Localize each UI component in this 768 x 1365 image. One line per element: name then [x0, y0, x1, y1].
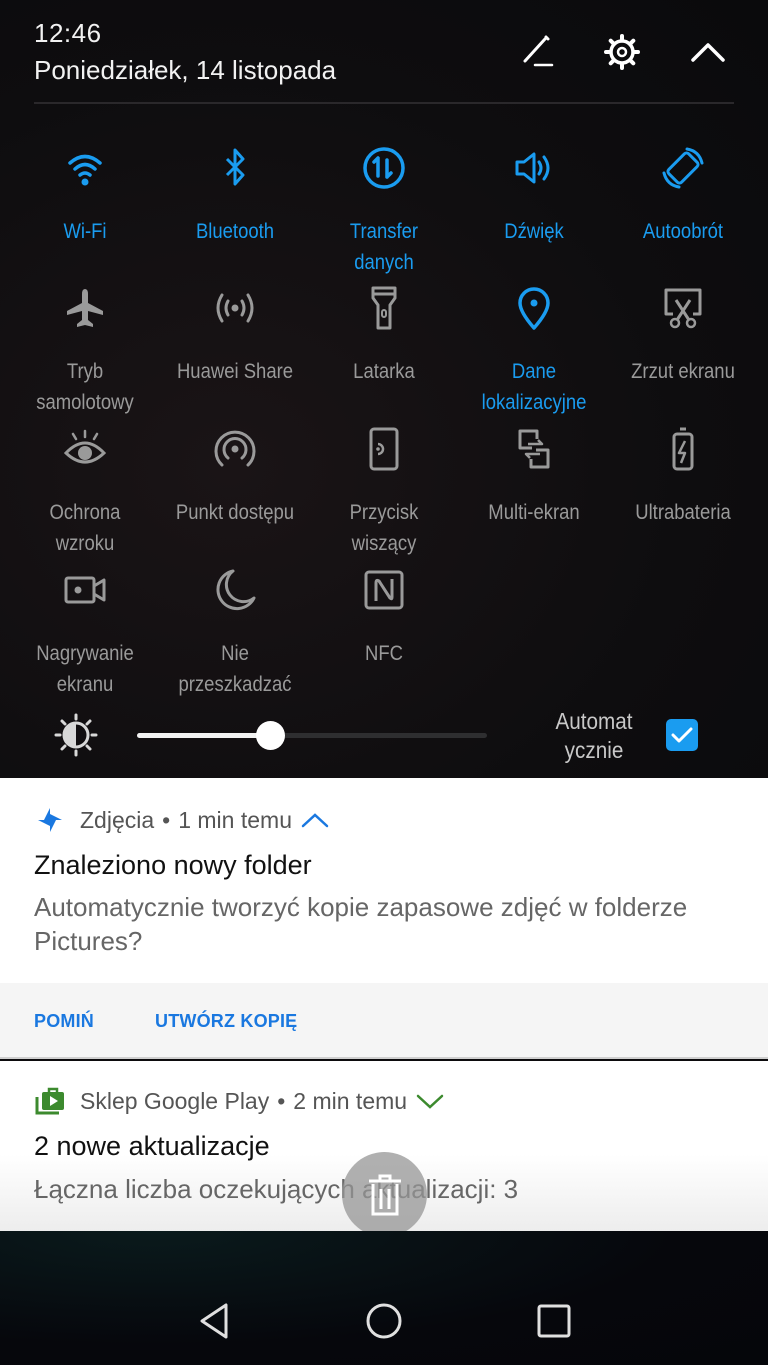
navigation-bar	[0, 1231, 768, 1365]
checkmark-icon	[671, 727, 693, 743]
edit-button[interactable]	[512, 28, 560, 76]
collapse-button[interactable]	[684, 28, 732, 76]
tile-flashlight[interactable]: Latarka	[309, 286, 459, 387]
chevron-up-icon	[691, 43, 725, 62]
wifi-icon	[68, 154, 102, 186]
tile-label: NFC	[364, 642, 403, 665]
chevron-up-icon[interactable]	[300, 809, 330, 831]
google-photos-icon	[38, 808, 62, 832]
auto-brightness-label: Automat ycznie	[555, 708, 633, 763]
location-icon	[518, 287, 550, 330]
notification-body: Automatycznie tworzyć kopie zapasowe zdj…	[34, 892, 688, 956]
trash-icon	[368, 1174, 401, 1215]
tile-label: Wi-Fi	[63, 220, 107, 243]
tile-label: Tryb samolotowy	[36, 360, 134, 414]
home-icon	[366, 1303, 402, 1339]
tile-eye-comfort[interactable]: Ochrona wzroku	[10, 427, 160, 559]
notification-time: 2 min temu	[293, 1087, 408, 1114]
separator-dot: •	[162, 806, 171, 833]
battery-icon	[672, 427, 694, 471]
floating-button-icon	[369, 427, 399, 471]
tile-ultra-battery[interactable]: Ultrabateria	[608, 427, 758, 528]
eye-icon	[63, 429, 107, 464]
tile-label: Przycisk wiszący	[349, 501, 419, 555]
home-button[interactable]	[354, 1291, 414, 1351]
settings-button[interactable]	[598, 28, 646, 76]
date: Poniedziałek, 14 listopada	[34, 55, 337, 85]
tile-auto-rotate[interactable]: Autoobrót	[608, 146, 758, 247]
tile-bluetooth[interactable]: Bluetooth	[160, 146, 310, 247]
auto-rotate-icon	[662, 147, 704, 189]
brightness-icon	[54, 713, 98, 757]
tile-location[interactable]: Dane lokalizacyjne	[459, 286, 609, 418]
tile-huawei-share[interactable]: Huawei Share	[160, 286, 310, 387]
tile-label: Huawei Share	[176, 360, 294, 383]
create-backup-button[interactable]: UTWÓRZ KOPIĘ	[155, 1011, 297, 1032]
screen-record-icon	[64, 576, 106, 604]
hotspot-icon	[214, 430, 256, 467]
quick-settings-panel: 12:46 Poniedziałek, 14 listopada Wi-Fi B…	[0, 0, 768, 778]
tile-nfc[interactable]: NFC	[309, 568, 459, 669]
tile-label: Transfer danych	[349, 220, 419, 274]
tile-label: Multi-ekran	[488, 501, 580, 524]
tile-label: Bluetooth	[195, 220, 275, 243]
tile-data-transfer[interactable]: Transfer danych	[309, 146, 459, 278]
recents-icon	[537, 1304, 571, 1338]
notification-header: Sklep Google Play • 2 min temu	[34, 1085, 445, 1117]
gear-icon	[604, 34, 640, 70]
tile-label: Nie przeszkadzać	[178, 642, 292, 696]
clear-all-button[interactable]	[342, 1152, 427, 1237]
notification-header: Zdjęcia • 1 min temu	[34, 804, 330, 836]
tile-do-not-disturb[interactable]: Nie przeszkadzać	[160, 568, 310, 700]
tile-label: Ochrona wzroku	[49, 501, 121, 555]
huawei-share-icon	[216, 293, 254, 323]
tile-screen-record[interactable]: Nagrywanie ekranu	[10, 568, 160, 700]
bluetooth-icon	[225, 148, 245, 186]
app-name: Sklep Google Play	[80, 1087, 270, 1114]
tile-label: Nagrywanie ekranu	[36, 642, 134, 696]
notification-actions: POMIŃ UTWÓRZ KOPIĘ	[0, 983, 768, 1059]
screenshot-icon	[664, 288, 702, 329]
tile-multi-screen[interactable]: Multi-ekran	[459, 427, 609, 528]
chevron-down-icon[interactable]	[415, 1090, 445, 1112]
back-icon	[200, 1303, 228, 1339]
brightness-slider-fill	[137, 733, 270, 738]
app-name: Zdjęcia	[80, 806, 155, 833]
tile-sound[interactable]: Dźwięk	[459, 146, 609, 247]
moon-icon	[216, 569, 256, 611]
skip-button[interactable]: POMIŃ	[34, 1011, 94, 1032]
auto-brightness-checkbox[interactable]	[666, 719, 698, 751]
tile-label: Dźwięk	[504, 220, 564, 243]
tile-label: Latarka	[353, 360, 415, 383]
airplane-icon	[67, 289, 103, 327]
recents-button[interactable]	[524, 1291, 584, 1351]
brightness-slider[interactable]	[137, 721, 487, 750]
clock: 12:46	[34, 18, 102, 48]
tile-label: Dane lokalizacyjne	[481, 360, 587, 414]
flashlight-icon	[371, 286, 397, 330]
brightness-slider-thumb[interactable]	[256, 721, 285, 750]
notification-title: Znaleziono nowy folder	[34, 850, 312, 880]
tile-floating-button[interactable]: Przycisk wiszący	[309, 427, 459, 559]
nfc-icon	[364, 570, 404, 610]
tile-airplane-mode[interactable]: Tryb samolotowy	[10, 286, 160, 418]
play-store-icon	[35, 1087, 64, 1115]
sound-icon	[515, 152, 550, 184]
back-button[interactable]	[184, 1291, 244, 1351]
notification-photos[interactable]: Zdjęcia • 1 min temu Znaleziono nowy fol…	[0, 778, 768, 983]
header-divider	[34, 102, 734, 104]
notification-time: 1 min temu	[178, 806, 292, 833]
edit-icon	[523, 35, 554, 67]
tile-wifi[interactable]: Wi-Fi	[10, 146, 160, 247]
tile-label: Ultrabateria	[635, 501, 731, 524]
tile-label: Zrzut ekranu	[631, 360, 735, 383]
notification-title: 2 nowe aktualizacje	[34, 1131, 270, 1161]
data-transfer-icon	[363, 147, 405, 189]
separator-dot: •	[277, 1087, 286, 1114]
tile-screenshot[interactable]: Zrzut ekranu	[608, 286, 758, 387]
tile-label: Punkt dostępu	[175, 501, 295, 524]
multi-screen-icon	[518, 429, 550, 469]
tile-hotspot[interactable]: Punkt dostępu	[160, 427, 310, 528]
tile-label: Autoobrót	[642, 220, 724, 243]
